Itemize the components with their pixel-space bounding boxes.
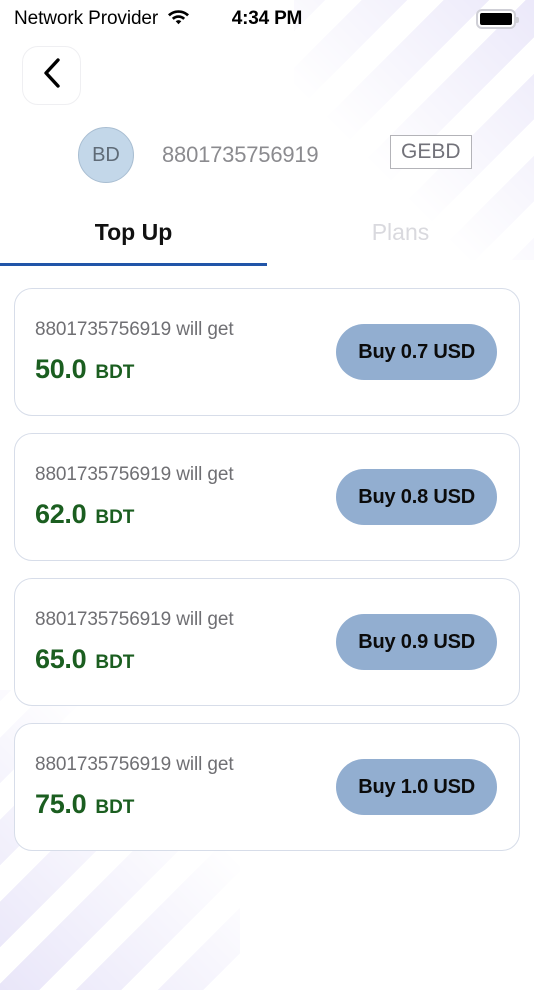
- offer-amount-currency: BDT: [95, 652, 135, 673]
- status-bar-left: Network Provider: [14, 8, 190, 30]
- offer-list: 8801735756919 will get 50.0 BDT Buy 0.7 …: [0, 266, 534, 851]
- country-code-badge: BD: [78, 127, 134, 183]
- offer-amount: 50.0 BDT: [35, 354, 234, 385]
- phone-number-label: 8801735756919: [162, 142, 319, 167]
- operator-label: GEBD: [401, 140, 461, 163]
- buy-button[interactable]: Buy 0.8 USD: [336, 469, 497, 525]
- offer-amount-value: 65.0: [35, 644, 87, 674]
- offer-card[interactable]: 8801735756919 will get 65.0 BDT Buy 0.9 …: [14, 578, 520, 706]
- back-button[interactable]: [22, 46, 81, 105]
- tab-plans-label: Plans: [371, 219, 430, 245]
- operator-badge: GEBD: [390, 135, 472, 169]
- offer-amount: 75.0 BDT: [35, 789, 234, 820]
- account-header: BD 8801735756919 GEBD: [0, 105, 534, 183]
- chevron-left-icon: [42, 57, 62, 94]
- country-code-label: BD: [92, 143, 120, 166]
- offer-amount: 62.0 BDT: [35, 499, 234, 530]
- battery-fill: [480, 13, 512, 25]
- offer-amount-currency: BDT: [95, 507, 135, 528]
- offer-recipient-label: 8801735756919 will get: [35, 754, 234, 775]
- tab-bar: Top Up Plans: [0, 219, 534, 266]
- carrier-label: Network Provider: [14, 8, 159, 29]
- offer-amount: 65.0 BDT: [35, 644, 234, 675]
- wifi-icon: [167, 8, 190, 30]
- buy-button[interactable]: Buy 0.9 USD: [336, 614, 497, 670]
- offer-amount-value: 75.0: [35, 789, 87, 819]
- buy-button[interactable]: Buy 1.0 USD: [336, 759, 497, 815]
- offer-details: 8801735756919 will get 62.0 BDT: [35, 464, 234, 530]
- navigation-bar: [0, 38, 534, 105]
- battery-icon: [476, 9, 519, 29]
- offer-recipient-label: 8801735756919 will get: [35, 319, 234, 340]
- offer-recipient-label: 8801735756919 will get: [35, 464, 234, 485]
- offer-amount-value: 50.0: [35, 354, 87, 384]
- offer-card[interactable]: 8801735756919 will get 62.0 BDT Buy 0.8 …: [14, 433, 520, 561]
- offer-amount-currency: BDT: [95, 797, 135, 818]
- tab-top-up[interactable]: Top Up: [0, 219, 267, 266]
- tab-plans[interactable]: Plans: [267, 219, 534, 266]
- offer-card[interactable]: 8801735756919 will get 75.0 BDT Buy 1.0 …: [14, 723, 520, 851]
- offer-details: 8801735756919 will get 65.0 BDT: [35, 609, 234, 675]
- status-bar-right: [476, 9, 519, 29]
- buy-button[interactable]: Buy 0.7 USD: [336, 324, 497, 380]
- offer-details: 8801735756919 will get 75.0 BDT: [35, 754, 234, 820]
- offer-amount-currency: BDT: [95, 362, 135, 383]
- offer-amount-value: 62.0: [35, 499, 87, 529]
- status-bar: Network Provider 4:34 PM: [0, 0, 534, 38]
- offer-details: 8801735756919 will get 50.0 BDT: [35, 319, 234, 385]
- tab-top-up-label: Top Up: [94, 219, 173, 245]
- offer-recipient-label: 8801735756919 will get: [35, 609, 234, 630]
- app-screen: Network Provider 4:34 PM BD 880173575691…: [0, 0, 534, 950]
- active-tab-indicator: [0, 263, 267, 266]
- offer-card[interactable]: 8801735756919 will get 50.0 BDT Buy 0.7 …: [14, 288, 520, 416]
